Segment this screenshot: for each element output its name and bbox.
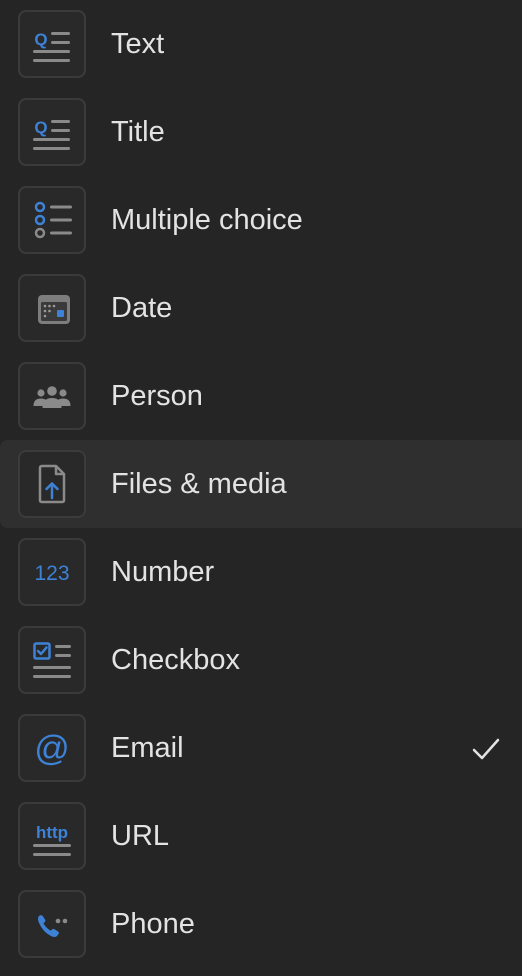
menu-item-label: Multiple choice [111,204,303,236]
checkmark-icon [472,738,500,760]
menu-item-text[interactable]: Q Text [0,0,522,88]
calendar-icon [18,274,86,342]
menu-item-label: Files & media [111,468,287,500]
url-icon-text: http [36,823,68,842]
svg-text:Q: Q [34,30,47,49]
number-icon: 123 [18,538,86,606]
menu-item-date[interactable]: Date [0,264,522,352]
menu-item-email[interactable]: @ Email [0,704,522,792]
menu-item-phone[interactable]: Phone [0,880,522,968]
at-sign-icon: @ [18,714,86,782]
menu-item-person[interactable]: Person [0,352,522,440]
menu-item-number[interactable]: 123 Number [0,528,522,616]
checkbox-icon [18,626,86,694]
property-type-menu: Q Text Q Title Multiple choice Date Pers… [0,0,522,976]
svg-text:@: @ [34,729,70,768]
file-upload-icon [18,450,86,518]
url-icon: http [18,802,86,870]
menu-item-title[interactable]: Q Title [0,88,522,176]
menu-item-label: Person [111,380,203,412]
multiple-choice-icon [18,186,86,254]
people-icon [18,362,86,430]
menu-item-label: Date [111,292,173,324]
number-icon-text: 123 [34,562,69,585]
menu-item-label: Email [111,732,184,764]
menu-item-url[interactable]: http URL [0,792,522,880]
svg-text:Q: Q [34,118,47,137]
menu-item-label: Text [111,28,165,60]
menu-item-label: Title [111,116,165,148]
menu-item-label: URL [111,820,170,852]
menu-item-label: Number [111,556,215,588]
menu-item-label: Phone [111,908,195,940]
menu-item-multiple-choice[interactable]: Multiple choice [0,176,522,264]
menu-item-label: Checkbox [111,644,240,676]
menu-item-files-media[interactable]: Files & media [0,440,522,528]
title-icon: Q [18,98,86,166]
menu-item-checkbox[interactable]: Checkbox [0,616,522,704]
phone-icon [18,890,86,958]
text-icon: Q [18,10,86,78]
